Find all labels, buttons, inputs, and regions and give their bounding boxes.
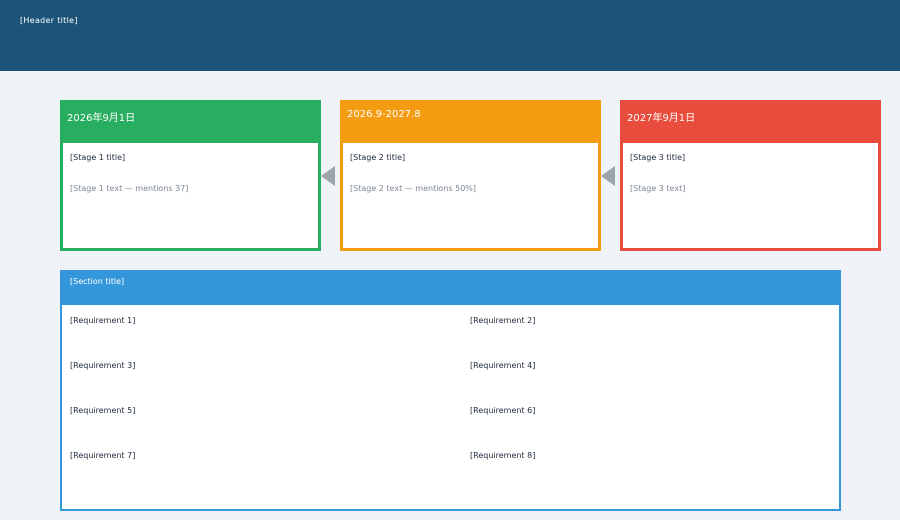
stage-desc-3: [Stage 3 text] xyxy=(630,184,686,193)
requirements-title: [Section title] xyxy=(60,270,841,305)
requirement-item-7: [Requirement 7] xyxy=(70,451,136,460)
stage-date-3: 2027年9月1日 xyxy=(620,100,881,143)
stage-desc-2: [Stage 2 text — mentions 50%] xyxy=(350,184,477,193)
requirement-item-4: [Requirement 4] xyxy=(470,361,536,370)
stage-desc-1: [Stage 1 text — mentions 37] xyxy=(70,184,189,193)
requirements-panel: [Section title] [Requirement 1] [Require… xyxy=(60,270,841,511)
stage-card-2: 2026.9-2027.8 [Stage 2 title] [Stage 2 t… xyxy=(340,100,601,251)
stage-title-3: [Stage 3 title] xyxy=(630,153,686,162)
stage-date-1: 2026年9月1日 xyxy=(60,100,321,143)
requirement-item-3: [Requirement 3] xyxy=(70,361,136,370)
stage-card-3: 2027年9月1日 [Stage 3 title] [Stage 3 text] xyxy=(620,100,881,251)
requirement-item-8: [Requirement 8] xyxy=(470,451,536,460)
requirement-item-6: [Requirement 6] xyxy=(470,406,536,415)
arrow-left-icon xyxy=(601,166,615,186)
stage-card-1: 2026年9月1日 [Stage 1 title] [Stage 1 text … xyxy=(60,100,321,251)
requirement-item-2: [Requirement 2] xyxy=(470,316,536,325)
page-title: [Header title] xyxy=(20,16,78,25)
requirement-item-1: [Requirement 1] xyxy=(70,316,136,325)
stage-title-1: [Stage 1 title] xyxy=(70,153,126,162)
requirement-item-5: [Requirement 5] xyxy=(70,406,136,415)
stage-title-2: [Stage 2 title] xyxy=(350,153,406,162)
stage-date-2: 2026.9-2027.8 xyxy=(340,100,601,143)
page-header: [Header title] xyxy=(0,0,900,71)
arrow-left-icon xyxy=(321,166,335,186)
